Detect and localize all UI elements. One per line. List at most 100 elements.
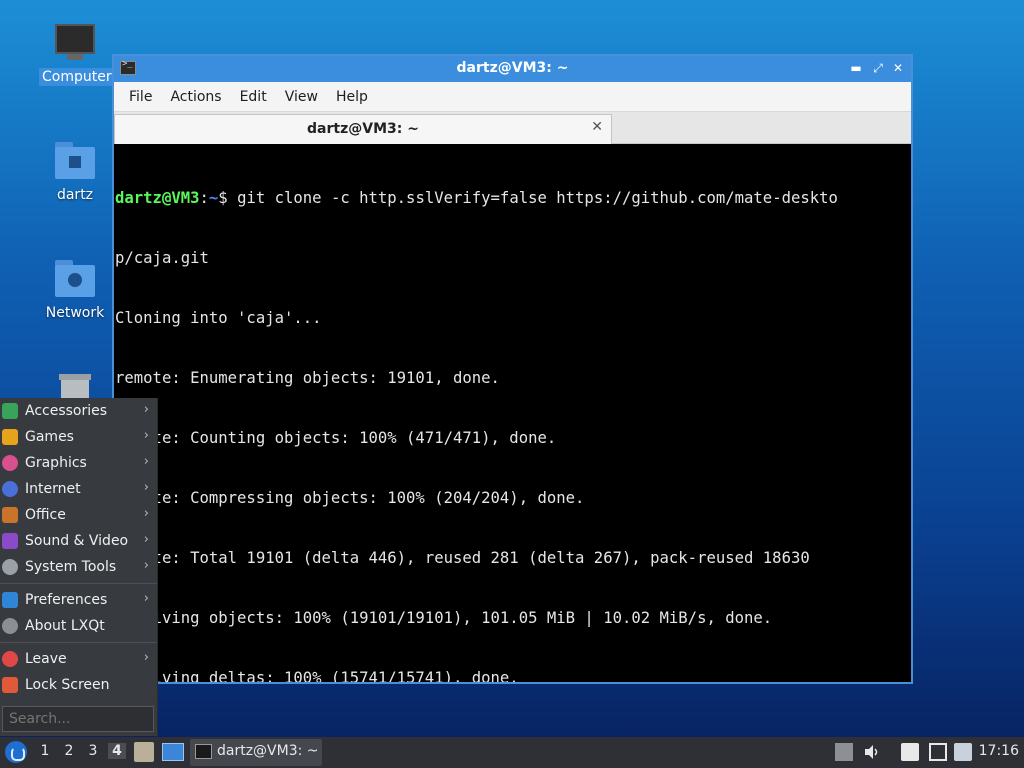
menu-item-internet[interactable]: Internet › <box>0 476 157 502</box>
graphics-icon <box>2 455 18 471</box>
chevron-right-icon: › <box>143 532 149 547</box>
preferences-icon <box>2 592 18 608</box>
notification-icon[interactable] <box>954 743 972 761</box>
prompt-colon: : <box>199 189 209 207</box>
output-line: Receiving objects: 100% (19101/19101), 1… <box>115 609 773 627</box>
tab-label: dartz@VM3: ~ <box>307 121 419 137</box>
accessories-icon <box>2 403 18 419</box>
command-text: git clone -c http.sslVerify=false https:… <box>237 189 838 207</box>
power-icon <box>2 651 18 667</box>
show-desktop-icon[interactable] <box>162 743 184 761</box>
workspace-1[interactable]: 1 <box>36 743 54 759</box>
chevron-right-icon: › <box>143 454 149 469</box>
output-line: Cloning into 'caja'... <box>115 309 322 327</box>
menu-item-label: Graphics <box>25 455 87 471</box>
command-wrap: p/caja.git <box>115 249 209 267</box>
menu-view[interactable]: View <box>276 89 327 105</box>
prompt-user: dartz@VM3 <box>115 189 200 207</box>
taskbar-task-terminal[interactable]: dartz@VM3: ~ <box>190 739 322 766</box>
output-line: remote: Enumerating objects: 19101, done… <box>115 369 500 387</box>
menu-item-label: Accessories <box>25 403 108 419</box>
desktop-icon-label: Network <box>45 305 105 321</box>
menu-item-label: About LXQt <box>25 618 105 634</box>
tab-bar: dartz@VM3: ~ ✕ <box>114 112 911 144</box>
tab-close-icon[interactable]: ✕ <box>591 119 603 135</box>
start-menu-button[interactable] <box>5 741 27 763</box>
clipboard-icon[interactable] <box>901 743 919 761</box>
menu-item-label: Lock Screen <box>25 677 110 693</box>
menu-item-graphics[interactable]: Graphics › <box>0 450 157 476</box>
chevron-right-icon: › <box>143 480 149 495</box>
internet-icon <box>2 481 18 497</box>
menu-item-label: System Tools <box>25 559 117 575</box>
task-title: dartz@VM3: ~ <box>217 743 319 759</box>
workspace-4[interactable]: 4 <box>108 743 126 759</box>
office-icon <box>2 507 18 523</box>
minimize-button[interactable]: ▬ <box>847 59 865 77</box>
chevron-right-icon: › <box>143 402 149 417</box>
menu-item-lock-screen[interactable]: Lock Screen <box>0 672 157 698</box>
menu-help[interactable]: Help <box>327 89 377 105</box>
desktop-icon-network[interactable]: Network <box>39 258 111 322</box>
system-tools-icon <box>2 559 18 575</box>
terminal-window[interactable]: dartz@VM3: ~ ▬ ⤢ ✕ File Actions Edit Vie… <box>112 54 913 684</box>
menu-item-label: Sound & Video <box>25 533 129 549</box>
menu-item-office[interactable]: Office › <box>0 502 157 528</box>
desktop-icon-label: dartz <box>56 187 94 203</box>
menu-separator <box>0 583 157 584</box>
window-titlebar[interactable]: dartz@VM3: ~ ▬ ⤢ ✕ <box>114 56 911 82</box>
menu-item-system-tools[interactable]: System Tools › <box>0 554 157 580</box>
up-arrow-icon[interactable] <box>835 743 853 761</box>
volume-icon[interactable] <box>863 743 881 761</box>
menu-search-input[interactable] <box>2 706 154 732</box>
output-line: remote: Counting objects: 100% (471/471)… <box>115 429 557 447</box>
output-line: remote: Total 19101 (delta 446), reused … <box>115 549 810 567</box>
desktop-icon-home[interactable]: dartz <box>39 140 111 204</box>
chevron-right-icon: › <box>143 591 149 606</box>
desktop-icon-computer[interactable]: Computer <box>39 22 115 86</box>
workspace-3[interactable]: 3 <box>84 743 102 759</box>
start-menu: Accessories › Games › Graphics › Interne… <box>0 398 158 736</box>
chevron-right-icon: › <box>143 650 149 665</box>
games-icon <box>2 429 18 445</box>
output-line: Resolving deltas: 100% (15741/15741), do… <box>115 669 519 682</box>
computer-icon <box>53 22 97 62</box>
taskbar: 1 2 3 4 dartz@VM3: ~ 17:16 <box>0 737 1024 768</box>
menu-actions[interactable]: Actions <box>161 89 230 105</box>
menu-item-accessories[interactable]: Accessories › <box>0 398 157 424</box>
menu-file[interactable]: File <box>120 89 161 105</box>
network-folder-icon <box>53 258 97 298</box>
maximize-button[interactable]: ⤢ <box>869 59 887 77</box>
menu-item-label: Leave <box>25 651 67 667</box>
output-line: remote: Compressing objects: 100% (204/2… <box>115 489 585 507</box>
menu-item-preferences[interactable]: Preferences › <box>0 587 157 613</box>
window-title: dartz@VM3: ~ <box>456 60 569 76</box>
clock[interactable]: 17:16 <box>979 743 1019 759</box>
workspace-2[interactable]: 2 <box>60 743 78 759</box>
sound-video-icon <box>2 533 18 549</box>
file-manager-icon[interactable] <box>134 742 154 762</box>
desktop-icon-label: Computer <box>39 68 115 86</box>
menu-item-sound-video[interactable]: Sound & Video › <box>0 528 157 554</box>
chevron-right-icon: › <box>143 558 149 573</box>
menu-item-leave[interactable]: Leave › <box>0 646 157 672</box>
menu-item-about-lxqt[interactable]: About LXQt <box>0 613 157 639</box>
prompt-path: ~ <box>208 189 219 207</box>
menu-edit[interactable]: Edit <box>231 89 276 105</box>
prompt-dollar: $ <box>218 189 238 207</box>
close-button[interactable]: ✕ <box>889 59 907 77</box>
chevron-right-icon: › <box>143 506 149 521</box>
terminal-icon <box>195 744 212 759</box>
terminal-output[interactable]: dartz@VM3:~$ git clone -c http.sslVerify… <box>114 146 911 682</box>
menu-item-games[interactable]: Games › <box>0 424 157 450</box>
menu-item-label: Games <box>25 429 74 445</box>
terminal-tab[interactable]: dartz@VM3: ~ ✕ <box>114 114 612 144</box>
chevron-right-icon: › <box>143 428 149 443</box>
menu-item-label: Preferences <box>25 592 108 608</box>
info-icon <box>2 618 18 634</box>
home-folder-icon <box>53 140 97 180</box>
lock-icon <box>2 677 18 693</box>
network-icon[interactable] <box>929 743 947 761</box>
command-line: dartz@VM3:~$ git clone -c http.sslVerify… <box>115 188 911 208</box>
menu-bar: File Actions Edit View Help <box>114 82 911 112</box>
